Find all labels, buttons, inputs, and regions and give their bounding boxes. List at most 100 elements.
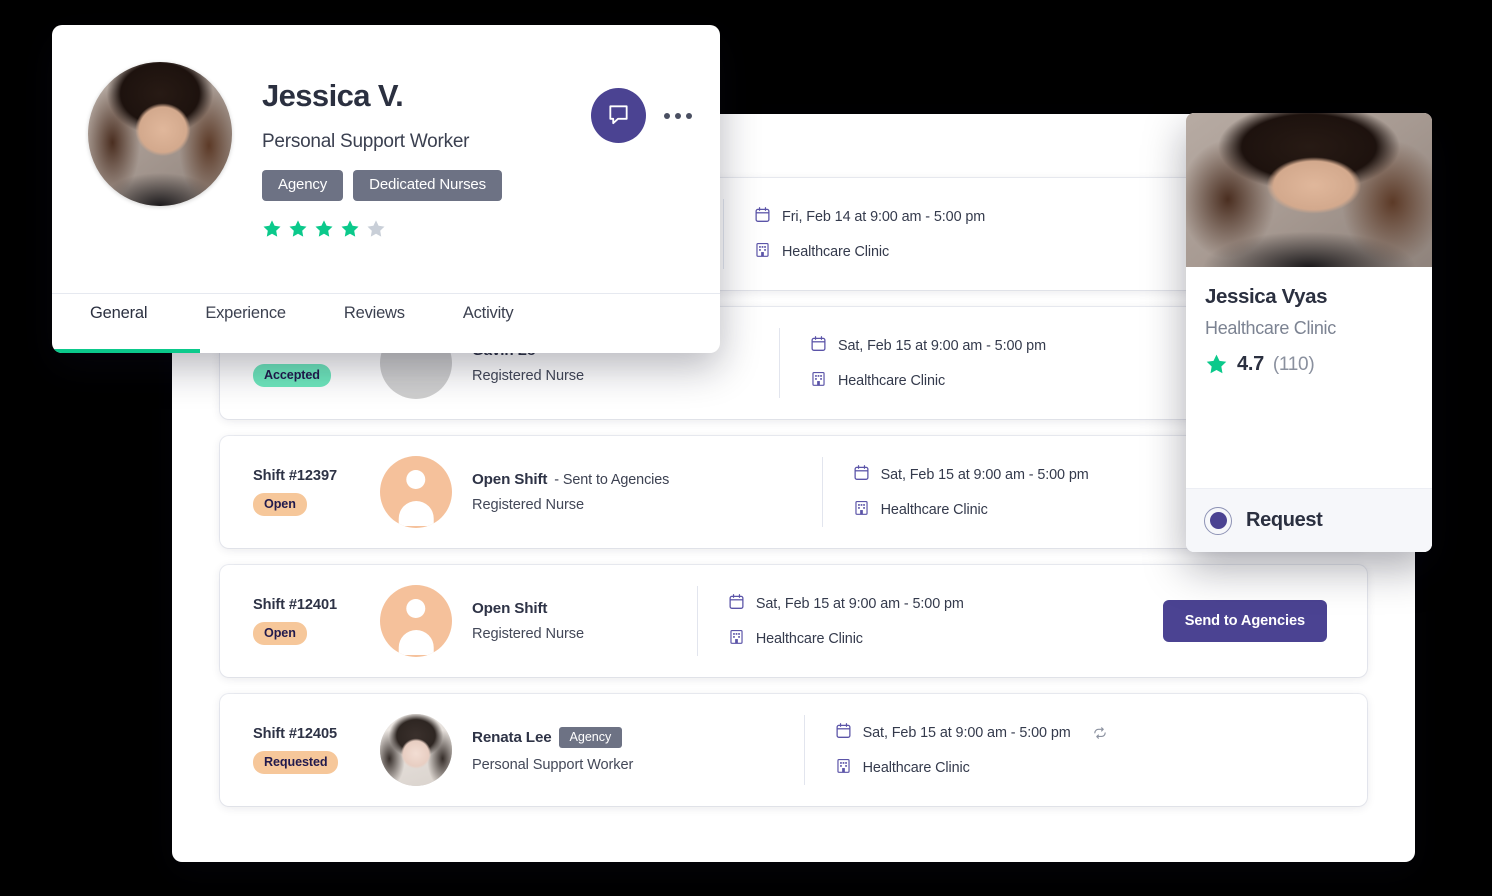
shift-location-line: Healthcare Clinic <box>728 628 1058 650</box>
worker-name: Open Shift <box>472 471 548 488</box>
building-icon <box>754 241 771 263</box>
shift-id-column: Shift #12405 Requested <box>253 726 373 774</box>
rating-count: (110) <box>1272 353 1315 375</box>
message-button[interactable] <box>591 88 646 143</box>
shift-details-column: Sat, Feb 15 at 9:00 am - 5:00 pm Healthc… <box>835 722 1165 779</box>
shift-date-line: Fri, Feb 14 at 9:00 am - 5:00 pm <box>754 206 1084 228</box>
shift-details-column: Sat, Feb 15 at 9:00 am - 5:00 pm Healthc… <box>810 335 1140 392</box>
shift-id-column: Shift #12397 Open <box>253 468 373 516</box>
person-head-icon <box>406 598 426 619</box>
shift-location: Healthcare Clinic <box>880 501 988 518</box>
building-icon <box>728 628 745 650</box>
profile-info: Jessica V. Personal Support Worker Agenc… <box>262 62 502 293</box>
worker-role: Personal Support Worker <box>472 757 634 773</box>
shift-location-line: Healthcare Clinic <box>810 370 1140 392</box>
shift-date: Sat, Feb 15 at 9:00 am - 5:00 pm <box>862 724 1071 741</box>
person-body-icon <box>398 501 434 526</box>
column-divider <box>803 715 805 785</box>
tag-agency: Agency <box>262 170 344 201</box>
calendar-icon <box>728 593 745 615</box>
worker-role: Registered Nurse <box>472 368 584 384</box>
avatar <box>88 62 232 206</box>
status-badge: Open <box>253 493 307 516</box>
tab-reviews[interactable]: Reviews <box>344 294 405 354</box>
person-head-icon <box>406 469 426 490</box>
shift-date: Sat, Feb 15 at 9:00 am - 5:00 pm <box>755 595 964 612</box>
request-label: Request <box>1246 509 1323 531</box>
rating-stars <box>262 219 502 239</box>
tab-general[interactable]: General <box>52 294 201 353</box>
radio-button-selected[interactable] <box>1204 506 1232 535</box>
shift-details-column: Sat, Feb 15 at 9:00 am - 5:00 pm Healthc… <box>853 464 1183 521</box>
building-icon <box>853 499 870 521</box>
shift-location: Healthcare Clinic <box>862 759 970 776</box>
worker-role: Registered Nurse <box>472 626 584 642</box>
star-icon-filled <box>315 220 333 237</box>
message-bubble-icon <box>606 102 631 130</box>
worker-name-suffix: - Sent to Agencies <box>554 471 670 488</box>
worker-column: Open Shift - Sent to Agencies Registered… <box>472 471 814 513</box>
shift-id: Shift #12397 <box>253 468 337 484</box>
shift-id: Shift #12405 <box>253 726 337 742</box>
shift-date: Fri, Feb 14 at 9:00 am - 5:00 pm <box>782 208 986 225</box>
status-badge: Requested <box>253 751 339 774</box>
request-option-row[interactable]: Request <box>1186 488 1432 552</box>
shift-date-line: Sat, Feb 15 at 9:00 am - 5:00 pm <box>810 335 1140 357</box>
shift-location-line: Healthcare Clinic <box>754 241 1084 263</box>
worker-role: Registered Nurse <box>472 497 584 513</box>
avatar-placeholder <box>380 456 452 528</box>
send-to-agencies-button[interactable]: Send to Agencies <box>1162 600 1327 642</box>
shift-date: Sat, Feb 15 at 9:00 am - 5:00 pm <box>880 466 1089 483</box>
shift-details-column: Sat, Feb 15 at 9:00 am - 5:00 pm Healthc… <box>728 593 1058 650</box>
profile-role: Personal Support Worker <box>262 131 470 152</box>
star-icon-filled <box>263 220 281 237</box>
more-options-icon[interactable] <box>662 105 694 127</box>
shift-id-column: Shift #12401 Open <box>253 597 373 645</box>
profile-tags: Agency Dedicated Nurses <box>262 170 502 201</box>
star-icon-filled <box>341 220 359 237</box>
profile-tabs: General Experience Reviews Activity <box>52 293 720 353</box>
shift-date: Sat, Feb 15 at 9:00 am - 5:00 pm <box>837 337 1046 354</box>
worker-column: Renata Lee Agency Personal Support Worke… <box>472 727 796 773</box>
tab-activity[interactable]: Activity <box>463 294 514 354</box>
worker-name-line: Open Shift - Sent to Agencies <box>472 471 814 488</box>
table-row[interactable]: Shift #12405 Requested Renata Lee Agency… <box>220 694 1367 806</box>
star-icon <box>1206 354 1227 374</box>
person-body-icon <box>398 630 434 655</box>
building-icon <box>835 757 852 779</box>
profile-actions <box>591 88 694 143</box>
table-row[interactable]: Shift #12401 Open Open Shift Registered … <box>220 565 1367 677</box>
shift-location: Healthcare Clinic <box>837 372 946 389</box>
calendar-icon <box>835 722 852 744</box>
tag-dedicated-nurses: Dedicated Nurses <box>353 170 502 201</box>
avatar[interactable] <box>380 714 452 786</box>
shift-id: Shift #12401 <box>253 597 337 613</box>
calendar-icon <box>853 464 870 486</box>
repeat-icon <box>1092 726 1108 740</box>
profile-header: Jessica V. Personal Support Worker Agenc… <box>52 25 720 293</box>
popover-organization: Healthcare Clinic <box>1205 318 1336 338</box>
column-divider <box>778 328 780 398</box>
worker-profile-card: Jessica V. Personal Support Worker Agenc… <box>52 25 720 353</box>
shift-location: Healthcare Clinic <box>782 243 890 260</box>
worker-column: Open Shift Registered Nurse <box>472 600 689 642</box>
shift-details-column: Fri, Feb 14 at 9:00 am - 5:00 pm Healthc… <box>754 206 1084 263</box>
row-action-column: Send to Agencies <box>1058 600 1349 642</box>
popover-worker-name: Jessica Vyas <box>1205 285 1328 308</box>
shift-date-line: Sat, Feb 15 at 9:00 am - 5:00 pm <box>728 593 1058 615</box>
shift-location: Healthcare Clinic <box>755 630 863 647</box>
avatar-placeholder <box>380 585 452 657</box>
screenshot-stage: Shift #12389 Fri, Feb 14 <box>0 0 1492 896</box>
agency-chip: Agency <box>558 727 623 748</box>
tab-experience[interactable]: Experience <box>205 294 286 354</box>
column-divider <box>821 457 823 527</box>
calendar-icon <box>754 206 771 228</box>
page-title: Jessica V. <box>262 78 404 113</box>
worker-name-line: Renata Lee Agency <box>472 727 796 748</box>
shift-date-line: Sat, Feb 15 at 9:00 am - 5:00 pm <box>853 464 1183 486</box>
star-icon-filled <box>289 220 307 237</box>
worker-name: Open Shift <box>472 600 548 617</box>
shift-location-line: Healthcare Clinic <box>853 499 1183 521</box>
worker-popover: Jessica Vyas Healthcare Clinic 4.7 (110)… <box>1186 113 1432 552</box>
shift-location-line: Healthcare Clinic <box>835 757 1165 779</box>
